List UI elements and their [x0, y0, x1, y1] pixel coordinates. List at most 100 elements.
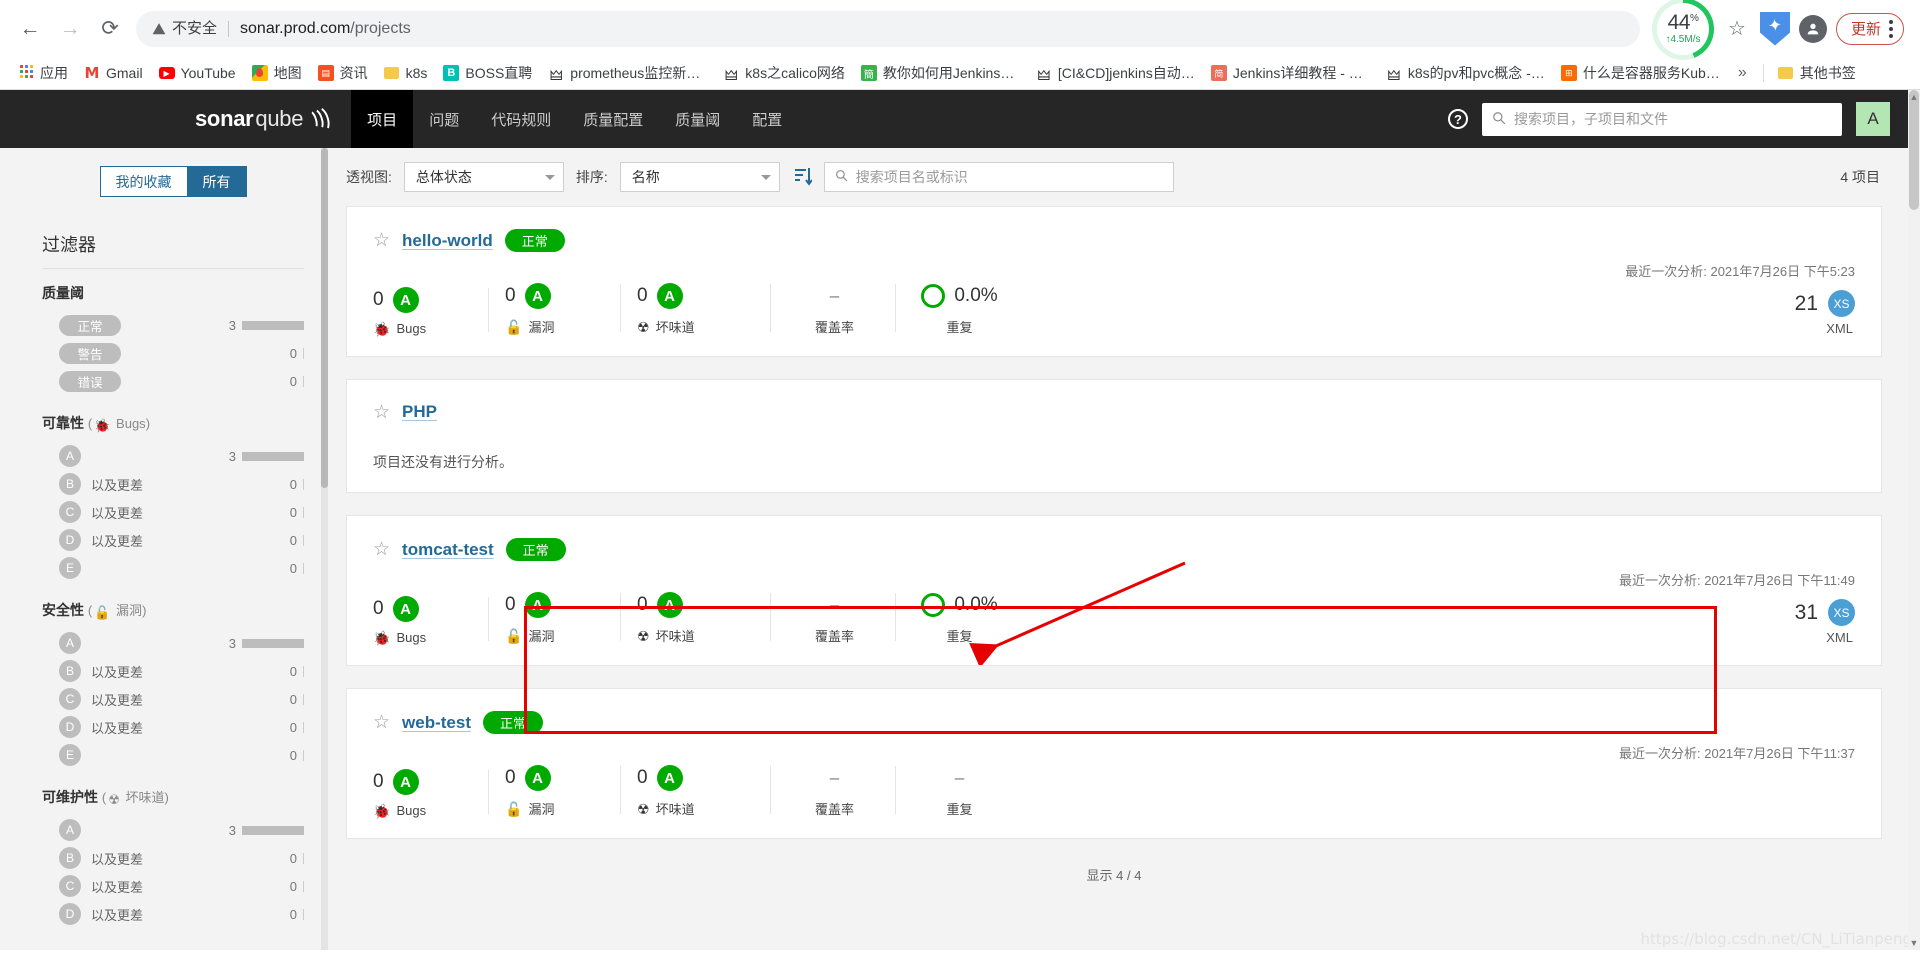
facet-row[interactable]: B 以及更差 0	[42, 470, 304, 498]
metric-duplications[interactable]: – 重复	[912, 764, 1037, 818]
bookmark-k8s-folder[interactable]: k8s	[376, 62, 436, 84]
facet-row[interactable]: C 以及更差 0	[42, 872, 304, 900]
download-progress-indicator[interactable]: 44% ↑4.5M/s	[1651, 0, 1714, 60]
facet-row[interactable]: C 以及更差 0	[42, 498, 304, 526]
nav-item-quality-gates[interactable]: 质量阈	[659, 90, 736, 148]
project-card[interactable]: ☆ PHP 项目还没有进行分析。	[346, 379, 1882, 493]
project-card[interactable]: ☆ hello-world 正常 最近一次分析: 2021年7月26日 下午5:…	[346, 206, 1882, 357]
toggle-all[interactable]: 所有	[186, 166, 247, 197]
metric-code-smells[interactable]: 0 A ☢ 坏味道	[637, 591, 787, 645]
avatar[interactable]: A	[1856, 102, 1890, 136]
nav-item-projects[interactable]: 项目	[351, 90, 414, 148]
forward-button[interactable]: →	[50, 9, 90, 49]
extension-button[interactable]: ✦	[1756, 10, 1794, 48]
metric-code-smells[interactable]: 0 A ☢ 坏味道	[637, 764, 787, 818]
bookmark-youtube[interactable]: ▶ YouTube	[151, 62, 244, 84]
metric-duplications[interactable]: 0.0% 重复	[912, 282, 1037, 336]
facet-row[interactable]: A3	[42, 442, 304, 470]
sort-desc-icon[interactable]	[792, 166, 812, 188]
sidebar-scrollbar-thumb[interactable]	[321, 148, 328, 488]
facet-row[interactable]: E0	[42, 741, 304, 769]
address-bar[interactable]: 不安全 sonar.prod.com/projects	[136, 10, 1640, 47]
download-percent-value: 44	[1667, 11, 1691, 34]
facet-row[interactable]: 警告 0	[42, 339, 304, 367]
favorite-star-icon[interactable]: ☆	[373, 713, 390, 732]
bookmark-apps[interactable]: 应用	[10, 60, 76, 86]
bookmark-news[interactable]: ▤ 资讯	[310, 60, 376, 86]
bookmark-jenkins-tutorial[interactable]: 簡 教你如何用Jenkins自动...	[853, 60, 1028, 86]
metric-coverage[interactable]: – 覆盖率	[787, 282, 912, 336]
project-name-link[interactable]: web-test	[402, 713, 471, 733]
project-search-input[interactable]: 搜索项目名或标识	[823, 162, 1174, 192]
page-scrollbar-thumb[interactable]	[1909, 90, 1919, 210]
bookmark-aliyun-k8s[interactable]: ⊞ 什么是容器服务Kubern...	[1553, 60, 1728, 86]
metric-coverage[interactable]: – 覆盖率	[787, 591, 912, 645]
url-host: sonar.prod.com	[240, 19, 351, 37]
bookmark-boss[interactable]: B BOSS直聘	[435, 60, 540, 86]
project-count: 4 项目	[1840, 169, 1880, 185]
metric-bugs[interactable]: 0 A 🐞 Bugs	[373, 768, 505, 818]
bookmark-pv-pvc[interactable]: 🜲 k8s的pv和pvc概念 - 不...	[1378, 60, 1553, 86]
metric-code-smells[interactable]: 0 A ☢ 坏味道	[637, 282, 787, 336]
facet-row[interactable]: A3	[42, 629, 304, 657]
sonarqube-logo[interactable]: sonar qube	[195, 103, 334, 137]
bookmarks-overflow-button[interactable]: »	[1728, 64, 1757, 82]
nav-item-administration[interactable]: 配置	[736, 90, 798, 148]
metric-vulnerabilities[interactable]: 0 A 🔓 漏洞	[505, 591, 637, 645]
project-card[interactable]: ☆ tomcat-test 正常 最近一次分析: 2021年7月26日 下午11…	[346, 515, 1882, 666]
facet-row[interactable]: B 以及更差 0	[42, 844, 304, 872]
metric-vulnerabilities[interactable]: 0 A 🔓 漏洞	[505, 764, 637, 818]
rating-a: A	[59, 445, 81, 467]
favorite-star-icon[interactable]: ☆	[373, 231, 390, 250]
project-name-link[interactable]: tomcat-test	[402, 540, 494, 560]
update-button[interactable]: 更新	[1835, 12, 1904, 45]
sort-select[interactable]: 名称	[619, 162, 780, 192]
nav-item-quality-profiles[interactable]: 质量配置	[567, 90, 659, 148]
facet-count: 0	[289, 906, 297, 922]
back-button[interactable]: ←	[10, 9, 50, 49]
nav-item-rules[interactable]: 代码规则	[475, 90, 567, 148]
bookmark-prometheus[interactable]: 🜲 prometheus监控新增n...	[540, 60, 715, 86]
facet-row[interactable]: B 以及更差 0	[42, 657, 304, 685]
reload-button[interactable]: ⟳	[90, 9, 130, 49]
bookmark-jianshu[interactable]: 简 Jenkins详细教程 - 简书	[1203, 60, 1378, 86]
kebab-menu-icon[interactable]	[1889, 19, 1893, 38]
project-name-link[interactable]: hello-world	[402, 231, 493, 251]
bookmark-star-button[interactable]: ☆	[1718, 10, 1756, 48]
bookmark-calico[interactable]: 🜲 k8s之calico网络	[715, 60, 853, 86]
bookmark-gmail[interactable]: M Gmail	[76, 62, 151, 84]
bookmark-maps[interactable]: 地图	[244, 60, 310, 86]
project-name-link[interactable]: PHP	[402, 402, 437, 422]
scroll-up-icon[interactable]: ▲	[1909, 92, 1919, 102]
facet-subtitle: (🔓 漏洞)	[87, 603, 147, 620]
project-card[interactable]: ☆ web-test 正常 最近一次分析: 2021年7月26日 下午11:37…	[346, 688, 1882, 839]
metric-duplications[interactable]: 0.0% 重复	[912, 591, 1037, 645]
facet-bar	[303, 506, 304, 518]
global-search-input[interactable]: 搜索项目，子项目和文件	[1482, 102, 1842, 136]
facet-row[interactable]: C 以及更差 0	[42, 685, 304, 713]
profile-button[interactable]	[1794, 10, 1832, 48]
toggle-my-favorites[interactable]: 我的收藏	[99, 166, 187, 197]
favorite-star-icon[interactable]: ☆	[373, 403, 390, 422]
bookmark-other-bookmarks[interactable]: 其他书签	[1770, 60, 1864, 86]
metric-bugs[interactable]: 0 A 🐞 Bugs	[373, 595, 505, 645]
metric-value: 0	[637, 767, 648, 788]
help-icon[interactable]: ?	[1448, 109, 1468, 129]
facet-row[interactable]: E0	[42, 554, 304, 582]
facet-row[interactable]: D 以及更差 0	[42, 713, 304, 741]
facet-row[interactable]: 错误 0	[42, 367, 304, 395]
page-scrollbar-track[interactable]	[1908, 90, 1920, 950]
metric-vulnerabilities[interactable]: 0 A 🔓 漏洞	[505, 282, 637, 336]
metric-coverage[interactable]: – 覆盖率	[787, 764, 912, 818]
scroll-down-icon[interactable]: ▼	[1909, 938, 1919, 948]
facet-row[interactable]: D 以及更差 0	[42, 526, 304, 554]
metric-bugs[interactable]: 0 A 🐞 Bugs	[373, 286, 505, 336]
nav-item-issues[interactable]: 问题	[413, 90, 475, 148]
facet-row[interactable]: 正常 3	[42, 311, 304, 339]
download-speed: ↑4.5M/s	[1665, 34, 1701, 45]
facet-row[interactable]: A3	[42, 816, 304, 844]
perspective-select[interactable]: 总体状态	[403, 162, 564, 192]
bookmark-cicd-jenkins[interactable]: 🜲 [CI&CD]jenkins自动化...	[1028, 60, 1203, 86]
facet-row[interactable]: D 以及更差 0	[42, 900, 304, 928]
favorite-star-icon[interactable]: ☆	[373, 540, 390, 559]
